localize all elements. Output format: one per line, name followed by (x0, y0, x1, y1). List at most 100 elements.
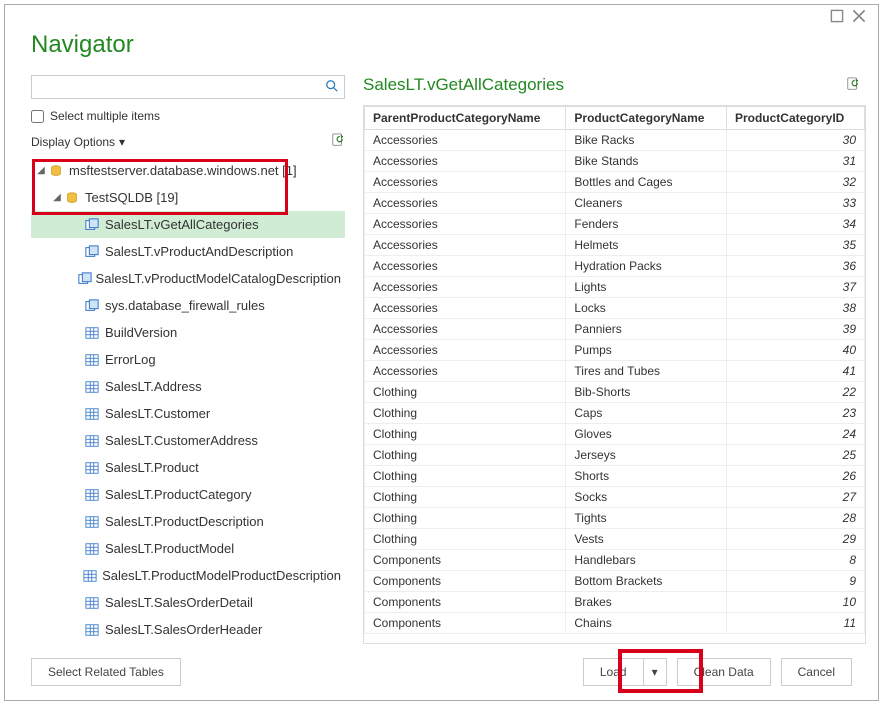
collapse-icon: ◢ (51, 192, 63, 203)
tree-object-node[interactable]: ErrorLog (31, 346, 345, 373)
table-row[interactable]: ClothingShorts26 (365, 466, 865, 487)
dialog-header: Navigator (5, 27, 878, 75)
table-cell: Fenders (566, 214, 727, 235)
preview-table: ParentProductCategoryNameProductCategory… (364, 106, 865, 634)
tree-object-node[interactable]: SalesLT.vProductModelCatalogDescription (31, 265, 345, 292)
right-pane: SalesLT.vGetAllCategories ParentProductC… (363, 75, 866, 644)
tree-object-node[interactable]: SalesLT.CustomerAddress (31, 427, 345, 454)
load-button[interactable]: Load (583, 658, 643, 686)
table-row[interactable]: ClothingGloves24 (365, 424, 865, 445)
tree-object-node[interactable]: SalesLT.SalesOrderDetail (31, 589, 345, 616)
table-cell: Brakes (566, 592, 727, 613)
tree-object-node[interactable]: SalesLT.ProductCategory (31, 481, 345, 508)
table-row[interactable]: ComponentsHandlebars8 (365, 550, 865, 571)
load-caret-button[interactable]: ▾ (643, 658, 667, 686)
table-cell: Locks (566, 298, 727, 319)
table-cell: Accessories (365, 319, 566, 340)
cancel-button[interactable]: Cancel (781, 658, 852, 686)
table-row[interactable]: ComponentsChains11 (365, 613, 865, 634)
tree-object-node[interactable]: SalesLT.Customer (31, 400, 345, 427)
table-cell: Accessories (365, 130, 566, 151)
load-split-button[interactable]: Load ▾ (583, 658, 667, 686)
tree-object-node[interactable]: SalesLT.Address (31, 373, 345, 400)
view-icon (83, 245, 101, 259)
search-input[interactable] (32, 78, 320, 96)
titlebar (5, 5, 878, 27)
table-row[interactable]: ClothingCaps23 (365, 403, 865, 424)
table-row[interactable]: AccessoriesPumps40 (365, 340, 865, 361)
select-multiple-row[interactable]: Select multiple items (31, 109, 345, 123)
table-cell: Accessories (365, 193, 566, 214)
close-button[interactable] (848, 9, 870, 23)
tree-database-node[interactable]: ◢TestSQLDB [19] (31, 184, 345, 211)
display-options-dropdown[interactable]: Display Options ▾ (31, 135, 125, 149)
tree-object-node[interactable]: SalesLT.SalesOrderHeader (31, 616, 345, 643)
tree-server-node[interactable]: ◢msftestserver.database.windows.net [1] (31, 157, 345, 184)
tree-object-node[interactable]: SalesLT.ProductModelProductDescription (31, 562, 345, 589)
table-row[interactable]: ClothingTights28 (365, 508, 865, 529)
tree-object-node[interactable]: SalesLT.vGetAllCategories (31, 211, 345, 238)
table-icon (83, 461, 101, 475)
column-header[interactable]: ParentProductCategoryName (365, 107, 566, 130)
tree-object-node[interactable]: SalesLT.Product (31, 454, 345, 481)
refresh-icon[interactable] (331, 133, 345, 150)
table-cell: Bib-Shorts (566, 382, 727, 403)
table-row[interactable]: ComponentsBottom Brackets9 (365, 571, 865, 592)
tree-object-node[interactable]: SalesLT.ProductDescription (31, 508, 345, 535)
table-cell: Socks (566, 487, 727, 508)
tree-item-label: SalesLT.ProductCategory (101, 487, 251, 502)
tree-object-node[interactable]: BuildVersion (31, 319, 345, 346)
table-cell: Accessories (365, 256, 566, 277)
table-row[interactable]: AccessoriesFenders34 (365, 214, 865, 235)
table-cell: 9 (726, 571, 864, 592)
tree-object-node[interactable]: SalesLT.vProductAndDescription (31, 238, 345, 265)
table-cell: 36 (726, 256, 864, 277)
table-row[interactable]: AccessoriesLights37 (365, 277, 865, 298)
object-tree[interactable]: ◢msftestserver.database.windows.net [1]◢… (31, 156, 345, 644)
table-row[interactable]: AccessoriesHydration Packs36 (365, 256, 865, 277)
clean-data-button[interactable]: Clean Data (677, 658, 771, 686)
table-row[interactable]: AccessoriesBike Racks30 (365, 130, 865, 151)
table-cell: Clothing (365, 508, 566, 529)
table-cell: Accessories (365, 214, 566, 235)
table-row[interactable]: AccessoriesCleaners33 (365, 193, 865, 214)
tree-item-label: sys.database_firewall_rules (101, 298, 265, 313)
table-row[interactable]: ClothingBib-Shorts22 (365, 382, 865, 403)
table-row[interactable]: AccessoriesLocks38 (365, 298, 865, 319)
tree-item-label: SalesLT.vProductAndDescription (101, 244, 293, 259)
table-cell: Caps (566, 403, 727, 424)
table-cell: 38 (726, 298, 864, 319)
table-row[interactable]: ClothingJerseys25 (365, 445, 865, 466)
tree-item-label: SalesLT.ProductModelProductDescription (98, 568, 341, 583)
select-related-tables-button[interactable]: Select Related Tables (31, 658, 181, 686)
table-row[interactable]: AccessoriesPanniers39 (365, 319, 865, 340)
tree-object-node[interactable]: sys.database_firewall_rules (31, 292, 345, 319)
view-icon (83, 299, 101, 313)
table-cell: Components (365, 613, 566, 634)
tree-object-node[interactable]: SalesLT.ProductModel (31, 535, 345, 562)
search-box[interactable] (31, 75, 345, 99)
table-cell: 39 (726, 319, 864, 340)
preview-table-wrap[interactable]: ParentProductCategoryNameProductCategory… (363, 105, 866, 644)
select-multiple-checkbox[interactable] (31, 110, 44, 123)
chevron-down-icon: ▾ (652, 665, 658, 679)
table-cell: 27 (726, 487, 864, 508)
tree-item-label: SalesLT.Product (101, 460, 199, 475)
table-row[interactable]: ClothingVests29 (365, 529, 865, 550)
table-row[interactable]: AccessoriesHelmets35 (365, 235, 865, 256)
table-row[interactable]: ClothingSocks27 (365, 487, 865, 508)
table-row[interactable]: AccessoriesBottles and Cages32 (365, 172, 865, 193)
table-cell: Clothing (365, 424, 566, 445)
table-cell: Components (365, 550, 566, 571)
preview-refresh-icon[interactable] (846, 77, 860, 94)
table-cell: Tires and Tubes (566, 361, 727, 382)
table-row[interactable]: AccessoriesTires and Tubes41 (365, 361, 865, 382)
column-header[interactable]: ProductCategoryID (726, 107, 864, 130)
table-cell: Clothing (365, 466, 566, 487)
database-server-icon (47, 164, 65, 178)
column-header[interactable]: ProductCategoryName (566, 107, 727, 130)
table-row[interactable]: ComponentsBrakes10 (365, 592, 865, 613)
tree-item-label: ErrorLog (101, 352, 156, 367)
maximize-button[interactable] (826, 9, 848, 23)
table-row[interactable]: AccessoriesBike Stands31 (365, 151, 865, 172)
